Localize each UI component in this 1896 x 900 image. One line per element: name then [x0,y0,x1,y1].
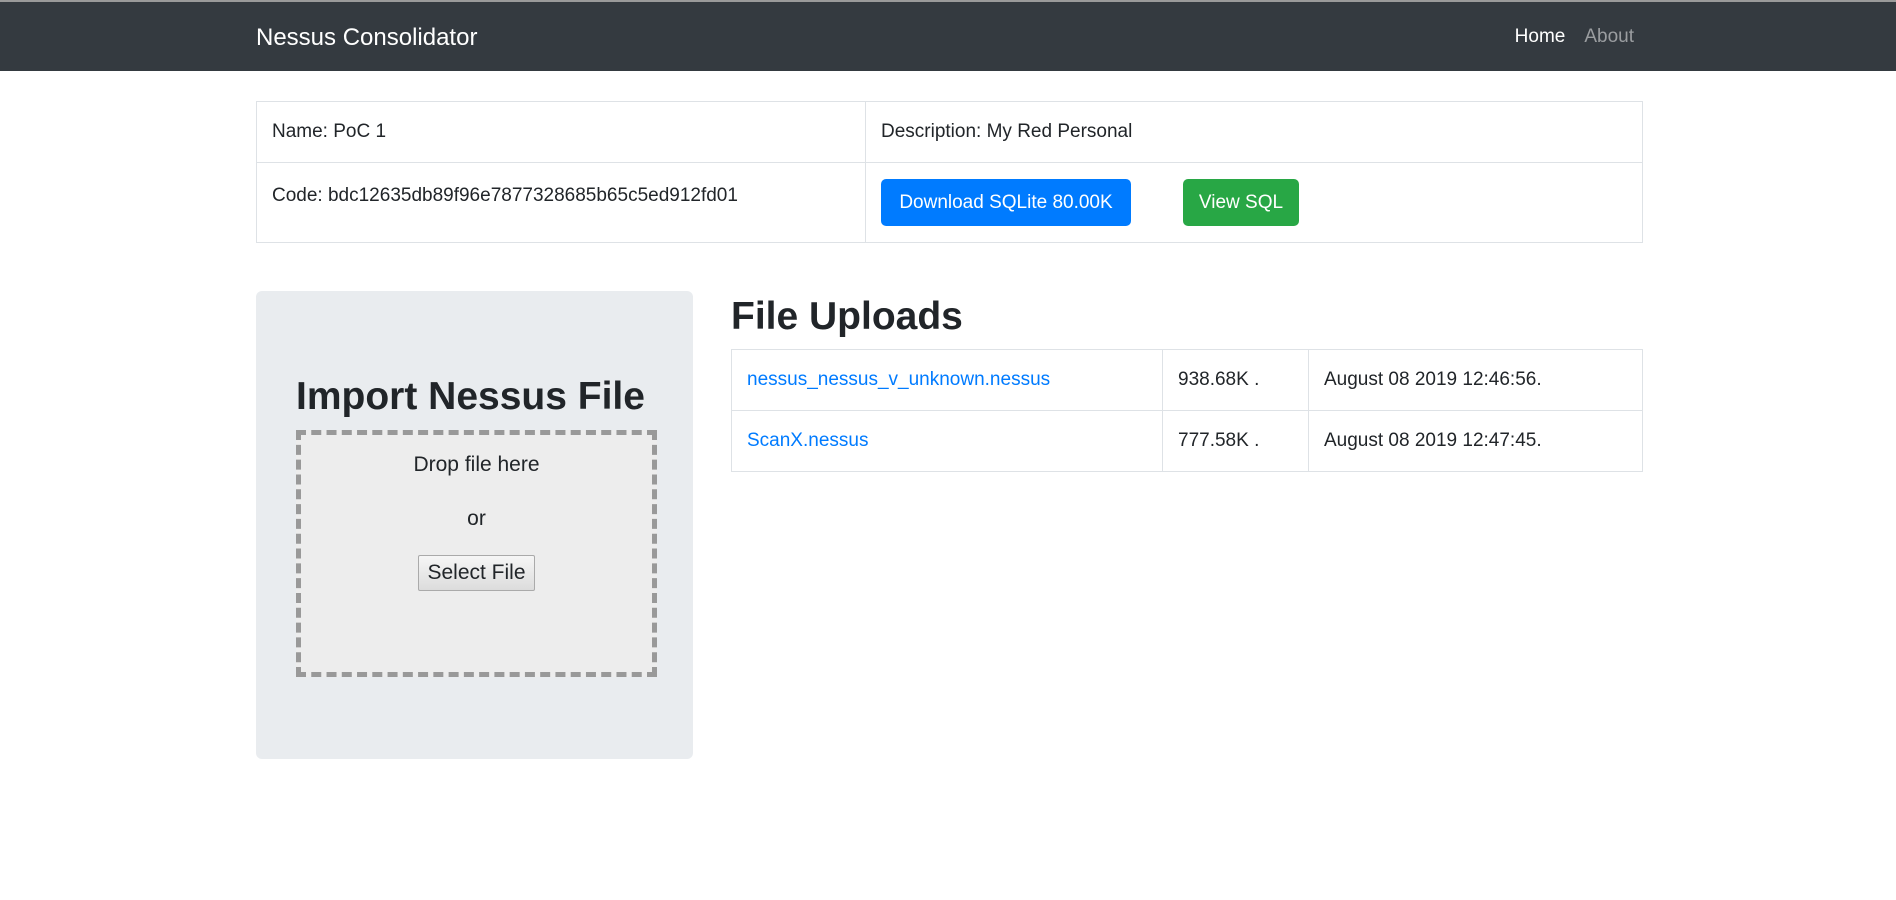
download-sqlite-button[interactable]: Download SQLite 80.00K [881,179,1131,226]
or-text: or [467,507,486,530]
nav-home[interactable]: Home [1515,26,1566,48]
uploads-title: File Uploads [731,295,963,338]
file-size: 777.58K . [1162,410,1309,472]
project-actions: Download SQLite 80.00K View SQL [865,162,1643,243]
file-date: August 08 2019 12:46:56. [1308,349,1643,411]
import-title: Import Nessus File [296,375,645,418]
drop-text: Drop file here [413,453,540,476]
file-size: 938.68K . [1162,349,1309,411]
table-row: ScanX.nessus 777.58K . August 08 2019 12… [731,410,1643,472]
nav-about[interactable]: About [1584,26,1634,48]
project-description: Description: My Red Personal [865,101,1643,163]
file-name-cell: nessus_nessus_v_unknown.nessus [731,349,1163,411]
file-dropzone[interactable]: Drop file here or Select File [296,430,657,677]
uploads-table: nessus_nessus_v_unknown.nessus 938.68K .… [731,349,1643,472]
project-info-table: Name: PoC 1 Description: My Red Personal… [256,101,1643,243]
project-name: Name: PoC 1 [256,101,866,163]
import-panel: Import Nessus File Drop file here or Sel… [256,291,693,759]
view-sql-button[interactable]: View SQL [1183,179,1299,226]
select-file-button[interactable]: Select File [418,555,535,591]
navbar-brand[interactable]: Nessus Consolidator [256,24,477,52]
file-link[interactable]: ScanX.nessus [747,430,868,451]
project-code: Code: bdc12635db89f96e7877328685b65c5ed9… [256,162,866,243]
nav-links: Home About [1515,26,1634,48]
file-link[interactable]: nessus_nessus_v_unknown.nessus [747,369,1050,390]
file-date: August 08 2019 12:47:45. [1308,410,1643,472]
file-name-cell: ScanX.nessus [731,410,1163,472]
table-row: nessus_nessus_v_unknown.nessus 938.68K .… [731,349,1643,411]
navbar: Nessus Consolidator Home About [0,0,1896,71]
